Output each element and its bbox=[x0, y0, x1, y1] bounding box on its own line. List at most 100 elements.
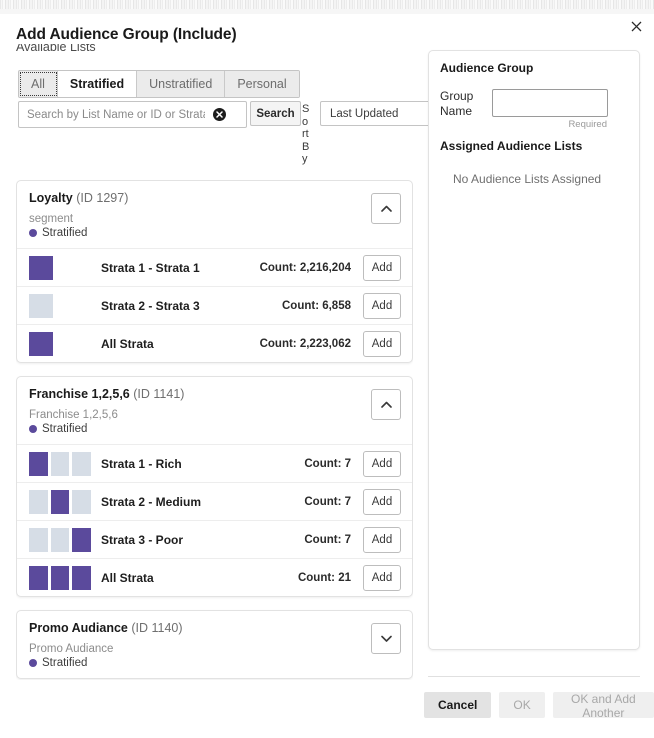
audience-list-description: segment bbox=[29, 213, 74, 225]
audience-list-description: Promo Audiance bbox=[29, 643, 114, 655]
cancel-button[interactable]: Cancel bbox=[424, 692, 492, 718]
add-strata-button[interactable]: Add bbox=[363, 254, 401, 281]
strata-name: All Strata bbox=[101, 336, 154, 351]
strata-row: All Strata Count: 2,223,062 Add bbox=[17, 324, 412, 362]
window-texture-strip-lower bbox=[0, 9, 654, 14]
audience-list-card: Loyalty (ID 1297) segment Stratified Strata… bbox=[16, 180, 413, 363]
tab-all[interactable]: All bbox=[19, 71, 58, 97]
add-strata-button[interactable]: Add bbox=[363, 488, 401, 515]
add-strata-button[interactable]: Add bbox=[363, 292, 401, 319]
strata-count: Count: 2,223,062 bbox=[259, 337, 351, 350]
strata-name: All Strata bbox=[101, 570, 154, 585]
dialog-root: Add Audience Group (Include) Available L… bbox=[0, 0, 654, 738]
available-lists-label: Available Lists bbox=[16, 44, 96, 54]
audience-list-id: (ID 1141) bbox=[133, 387, 185, 401]
strata-swatch-inactive bbox=[50, 451, 70, 476]
stratified-dot-icon bbox=[29, 425, 37, 433]
collapse-chevron-up-icon[interactable] bbox=[371, 389, 401, 420]
strata-row: Strata 2 - Medium Count: 7 Add bbox=[17, 482, 412, 520]
audience-list-type-label: Stratified bbox=[42, 423, 88, 435]
strata-swatch-inactive bbox=[29, 293, 53, 318]
search-input[interactable] bbox=[19, 102, 213, 127]
close-icon[interactable] bbox=[626, 16, 646, 36]
audience-list-card-header: Franchise 1,2,5,6 (ID 1141) Franchise 1,2… bbox=[17, 377, 412, 444]
strata-name: Strata 2 - Medium bbox=[101, 494, 202, 509]
audience-list-id: (ID 1297) bbox=[76, 191, 129, 205]
ok-and-add-another-button[interactable]: OK and Add Another bbox=[552, 692, 654, 720]
strata-count: Count: 7 bbox=[304, 457, 351, 470]
search-button[interactable]: Search bbox=[250, 101, 301, 126]
strata-swatch-active bbox=[50, 489, 70, 514]
audience-list-card-header: Promo Audiance (ID 1140) Promo Audiance St… bbox=[17, 611, 412, 678]
add-strata-button[interactable]: Add bbox=[363, 564, 401, 591]
tab-unstratified[interactable]: Unstratified bbox=[137, 71, 226, 97]
audience-list-title: Promo Audiance (ID 1140) bbox=[29, 621, 400, 635]
strata-swatch-active bbox=[29, 255, 53, 280]
list-type-filter-tabs[interactable]: All Stratified Unstratified Personal bbox=[18, 70, 300, 98]
tab-personal[interactable]: Personal bbox=[225, 71, 299, 97]
audience-list-type: Stratified bbox=[29, 227, 400, 239]
strata-name: Strata 1 - Strata 1 bbox=[101, 260, 200, 275]
strata-swatch-inactive bbox=[72, 451, 92, 476]
page-title: Add Audience Group (Include) bbox=[16, 26, 237, 43]
strata-row: Strata 1 - Rich Count: 7 Add bbox=[17, 444, 412, 482]
audience-list-title: Loyalty (ID 1297) bbox=[29, 191, 400, 205]
audience-list-id: (ID 1140) bbox=[131, 621, 183, 635]
add-strata-button[interactable]: Add bbox=[363, 330, 401, 357]
assigned-lists-empty-message: No Audience Lists Assigned bbox=[453, 172, 602, 186]
strata-swatch-active bbox=[50, 565, 70, 590]
audience-list-card: Franchise 1,2,5,6 (ID 1141) Franchise 1,2… bbox=[16, 376, 413, 597]
audience-list-description: Franchise 1,2,5,6 bbox=[29, 409, 118, 421]
strata-swatch-group bbox=[29, 565, 92, 590]
collapse-chevron-up-icon[interactable] bbox=[371, 193, 401, 224]
audience-list-type-label: Stratified bbox=[42, 227, 88, 239]
search-field-wrapper bbox=[18, 101, 247, 128]
stratified-dot-icon bbox=[29, 659, 37, 667]
strata-swatch-group bbox=[29, 255, 91, 280]
strata-count: Count: 2,216,204 bbox=[259, 261, 351, 274]
available-lists-scroll-area[interactable]: Loyalty (ID 1297) segment Stratified Strata… bbox=[16, 180, 413, 680]
strata-swatch-active bbox=[29, 565, 48, 590]
strata-count: Count: 21 bbox=[297, 571, 351, 584]
strata-swatch-active bbox=[72, 527, 92, 552]
strata-swatch-active bbox=[29, 331, 53, 356]
strata-count: Count: 6,858 bbox=[281, 299, 351, 312]
expand-chevron-down-icon[interactable] bbox=[371, 623, 401, 654]
sort-by-value: Last Updated bbox=[330, 107, 399, 120]
dialog-footer: Cancel OK OK and Add Another bbox=[424, 692, 654, 720]
strata-swatch-group bbox=[29, 331, 91, 356]
strata-swatch-active bbox=[72, 565, 92, 590]
group-name-input[interactable] bbox=[492, 89, 608, 117]
strata-swatch-active bbox=[29, 451, 48, 476]
ok-button[interactable]: OK bbox=[499, 692, 545, 718]
group-name-row: Group Name Required bbox=[440, 89, 628, 130]
strata-count: Count: 7 bbox=[304, 495, 351, 508]
assigned-lists-heading: Assigned Audience Lists bbox=[440, 139, 583, 153]
available-lists-label-clip: Available Lists bbox=[16, 44, 96, 58]
sort-by-label: Sort By bbox=[302, 103, 310, 166]
audience-list-type-label: Stratified bbox=[42, 657, 88, 669]
strata-row: Strata 3 - Poor Count: 7 Add bbox=[17, 520, 412, 558]
audience-list-type: Stratified bbox=[29, 423, 400, 435]
strata-count: Count: 7 bbox=[304, 533, 351, 546]
strata-name: Strata 1 - Rich bbox=[101, 456, 182, 471]
audience-list-card: Promo Audiance (ID 1140) Promo Audiance St… bbox=[16, 610, 413, 679]
audience-list-name: Loyalty bbox=[29, 191, 73, 205]
group-name-required-note: Required bbox=[568, 119, 607, 130]
audience-list-type: Stratified bbox=[29, 657, 400, 669]
add-strata-button[interactable]: Add bbox=[363, 526, 401, 553]
add-strata-button[interactable]: Add bbox=[363, 450, 401, 477]
strata-row: Strata 1 - Strata 1 Count: 2,216,204 Add bbox=[17, 248, 412, 286]
audience-group-heading: Audience Group bbox=[440, 61, 534, 75]
tab-stratified[interactable]: Stratified bbox=[57, 71, 138, 97]
strata-swatch-group bbox=[29, 527, 92, 552]
footer-divider bbox=[428, 676, 640, 677]
audience-list-title: Franchise 1,2,5,6 (ID 1141) bbox=[29, 387, 400, 401]
clear-search-icon[interactable] bbox=[213, 108, 226, 121]
audience-list-name: Promo Audiance bbox=[29, 621, 128, 635]
strata-swatch-inactive bbox=[29, 489, 48, 514]
window-texture-strip bbox=[0, 0, 654, 9]
strata-name: Strata 3 - Poor bbox=[101, 532, 184, 547]
strata-swatch-inactive bbox=[50, 527, 70, 552]
strata-swatch-inactive bbox=[72, 489, 92, 514]
